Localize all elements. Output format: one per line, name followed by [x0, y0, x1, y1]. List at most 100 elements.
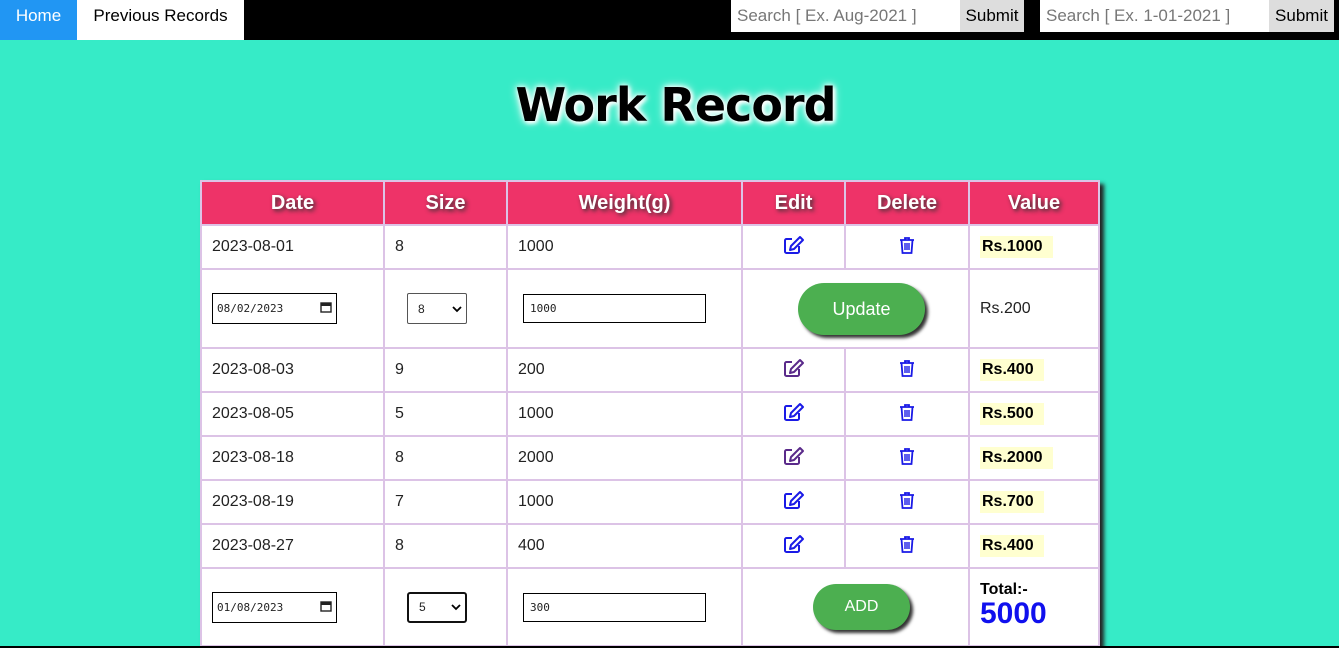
edit-icon[interactable] — [783, 358, 805, 383]
search-date-input[interactable] — [1040, 0, 1269, 32]
search-date-submit-button[interactable]: Submit — [1269, 0, 1334, 32]
edit-size-value: 8 — [418, 301, 425, 316]
add-size-cell: 5 — [383, 567, 508, 647]
table-row: 2023-08-27 8 400 Rs.400 — [200, 523, 1100, 569]
top-navbar: Home Previous Records Submit Submit — [0, 0, 1339, 40]
cell-size: 8 — [383, 435, 508, 481]
cell-value: Rs.400 — [968, 347, 1100, 393]
nav-previous-records-link[interactable]: Previous Records — [77, 0, 244, 40]
edit-icon[interactable] — [783, 235, 805, 260]
table-row: 2023-08-19 7 1000 Rs.700 — [200, 479, 1100, 525]
edit-weight-cell: 1000 — [506, 268, 743, 349]
add-button[interactable]: ADD — [813, 584, 910, 630]
edit-weight-input[interactable]: 1000 — [523, 294, 706, 323]
add-weight-input[interactable]: 300 — [523, 592, 706, 622]
trash-icon[interactable] — [899, 447, 915, 470]
edit-value-cell: Rs.200 — [968, 268, 1100, 349]
table-header-row: Date Size Weight(g) Edit Delete Value — [200, 180, 1100, 226]
edit-cell — [741, 435, 846, 481]
calendar-icon[interactable] — [320, 600, 332, 615]
header-date: Date — [200, 180, 385, 226]
value-badge: Rs.700 — [980, 491, 1044, 513]
update-cell: Update — [741, 268, 970, 349]
header-weight: Weight(g) — [506, 180, 743, 226]
cell-date: 2023-08-05 — [200, 391, 385, 437]
cell-size: 8 — [383, 523, 508, 569]
add-weight-cell: 300 — [506, 567, 743, 647]
edit-date-cell: 08/02/2023 — [200, 268, 385, 349]
delete-cell — [844, 479, 970, 525]
header-size: Size — [383, 180, 508, 226]
cell-date: 2023-08-03 — [200, 347, 385, 393]
cell-date: 2023-08-27 — [200, 523, 385, 569]
edit-cell — [741, 391, 846, 437]
cell-weight: 1000 — [506, 479, 743, 525]
cell-size: 7 — [383, 479, 508, 525]
delete-cell — [844, 435, 970, 481]
cell-value: Rs.1000 — [968, 224, 1100, 270]
cell-weight: 200 — [506, 347, 743, 393]
chevron-down-icon — [452, 302, 462, 316]
cell-value: Rs.400 — [968, 523, 1100, 569]
cell-weight: 1000 — [506, 224, 743, 270]
header-delete: Delete — [844, 180, 970, 226]
cell-value: Rs.500 — [968, 391, 1100, 437]
cell-size: 9 — [383, 347, 508, 393]
total-value: 5000 — [980, 597, 1047, 630]
cell-weight: 1000 — [506, 391, 743, 437]
edit-date-field[interactable]: 08/02/2023 — [212, 293, 337, 324]
delete-cell — [844, 391, 970, 437]
header-value: Value — [968, 180, 1100, 226]
edit-cell — [741, 347, 846, 393]
add-date-value: 01/08/2023 — [217, 600, 284, 614]
edit-cell — [741, 479, 846, 525]
trash-icon[interactable] — [899, 359, 915, 382]
edit-cell — [741, 523, 846, 569]
value-badge: Rs.500 — [980, 403, 1044, 425]
trash-icon[interactable] — [899, 403, 915, 426]
cell-weight: 2000 — [506, 435, 743, 481]
cell-size: 8 — [383, 224, 508, 270]
table-row: 2023-08-05 5 1000 Rs.500 — [200, 391, 1100, 437]
add-date-field[interactable]: 01/08/2023 — [212, 591, 337, 623]
table-row: 2023-08-03 9 200 Rs.400 — [200, 347, 1100, 393]
edit-icon[interactable] — [783, 490, 805, 515]
cell-value: Rs.700 — [968, 479, 1100, 525]
cell-date: 2023-08-01 — [200, 224, 385, 270]
value-badge: Rs.400 — [980, 535, 1044, 557]
table-row: 2023-08-01 8 1000 Rs.1000 — [200, 224, 1100, 270]
edit-icon[interactable] — [783, 446, 805, 471]
edit-date-value: 08/02/2023 — [217, 302, 284, 315]
add-size-select[interactable]: 5 — [407, 591, 467, 623]
delete-cell — [844, 347, 970, 393]
trash-icon[interactable] — [899, 535, 915, 558]
update-button[interactable]: Update — [798, 282, 925, 335]
cell-value: Rs.2000 — [968, 435, 1100, 481]
edit-icon[interactable] — [783, 534, 805, 559]
edit-cell — [741, 224, 846, 270]
search-month-input[interactable] — [731, 0, 960, 32]
delete-cell — [844, 523, 970, 569]
page-title: Work Record — [515, 78, 836, 132]
value-badge: Rs.400 — [980, 359, 1044, 381]
value-badge: Rs.1000 — [980, 236, 1053, 258]
add-date-cell: 01/08/2023 — [200, 567, 385, 647]
chevron-down-icon — [451, 600, 461, 614]
cell-weight: 400 — [506, 523, 743, 569]
trash-icon[interactable] — [899, 491, 915, 514]
work-record-table: Date Size Weight(g) Edit Delete Value 20… — [200, 180, 1100, 647]
trash-icon[interactable] — [899, 236, 915, 259]
add-row: 01/08/2023 5 300 ADD Total:- 5000 — [200, 567, 1100, 647]
edit-size-select[interactable]: 8 — [407, 293, 467, 324]
cell-date: 2023-08-19 — [200, 479, 385, 525]
header-edit: Edit — [741, 180, 846, 226]
cell-size: 5 — [383, 391, 508, 437]
edit-row: 08/02/2023 8 1000 Update Rs.200 — [200, 268, 1100, 349]
calendar-icon[interactable] — [320, 301, 332, 316]
table-row: 2023-08-18 8 2000 Rs.2000 — [200, 435, 1100, 481]
edit-size-cell: 8 — [383, 268, 508, 349]
search-month-submit-button[interactable]: Submit — [960, 0, 1024, 32]
nav-home-link[interactable]: Home — [0, 0, 77, 40]
edit-icon[interactable] — [783, 402, 805, 427]
cell-date: 2023-08-18 — [200, 435, 385, 481]
